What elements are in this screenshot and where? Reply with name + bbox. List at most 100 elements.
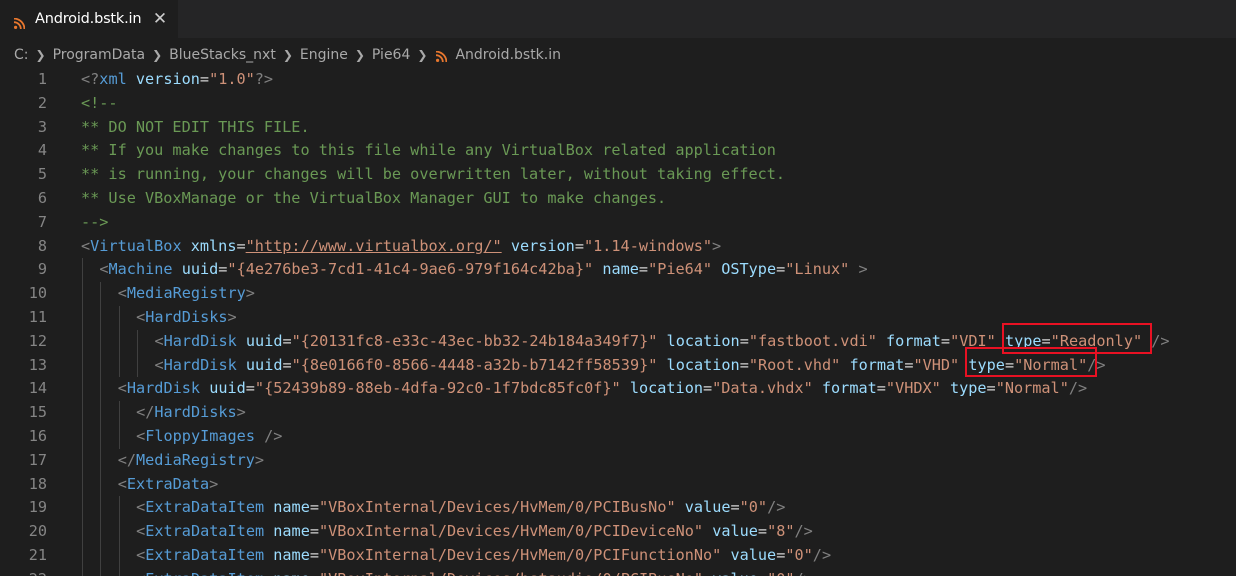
code-text: -->	[81, 211, 108, 235]
breadcrumb: C: ❯ ProgramData ❯ BlueStacks_nxt ❯ Engi…	[0, 44, 1236, 66]
indent-guide	[82, 377, 83, 402]
breadcrumb-item-engine[interactable]: Engine	[300, 47, 348, 63]
tab-android-bstk[interactable]: Android.bstk.in ✕	[0, 0, 178, 38]
code-token: MediaRegistry	[126, 284, 246, 303]
code-line[interactable]: 1 <?xml version="1.0"?>	[0, 68, 1236, 92]
line-number: 7	[37, 212, 47, 231]
code-token: =	[730, 498, 740, 517]
close-icon[interactable]: ✕	[150, 9, 170, 29]
code-token: >	[254, 450, 265, 469]
code-line[interactable]: 9 <Machine uuid = "{4e276be3-7cd1-41c4-9ae6…	[0, 258, 1236, 283]
indent-guide	[82, 544, 83, 568]
code-token: "fastboot.vdi"	[748, 331, 877, 350]
code-token: "VBoxInternal/Devices/HvMem/0/PCIBusNo"	[319, 498, 676, 517]
code-line[interactable]: 19 <ExtraDataItem name="VBoxInternal/Devi…	[0, 496, 1236, 521]
indent-guide	[82, 353, 83, 378]
code-line[interactable]: 5 ** is running, your changes will be ove…	[0, 163, 1236, 187]
code-token: >	[245, 284, 255, 303]
code-token: value	[730, 546, 777, 564]
code-token: HardDisks	[154, 403, 237, 422]
code-line[interactable]: 21 <ExtraDataItem name="VBoxInternal/Devi…	[0, 544, 1236, 568]
code-line[interactable]: 14 <HardDisk uuid="{52439b89-88eb-4dfa-92…	[0, 377, 1236, 402]
code-line[interactable]: 16 <FloppyImages />	[0, 425, 1236, 449]
code-token: version	[135, 70, 200, 88]
code-token: />	[264, 427, 283, 445]
code-token: type	[949, 379, 987, 398]
code-token: MediaRegistry	[136, 450, 255, 469]
code-line[interactable]: 11 <HardDisks>	[0, 306, 1236, 330]
code-token: />	[1151, 331, 1170, 350]
code-token: =	[739, 355, 749, 374]
code-line[interactable]: 3 ** DO NOT EDIT THIS FILE.	[0, 116, 1236, 140]
code-token: =	[574, 236, 584, 255]
code-editor[interactable]: 1 <?xml version="1.0"?> 2 <!-- 3 ** DO NOT ED…	[0, 68, 1236, 576]
code-token: =	[1041, 331, 1051, 350]
code-text: <Machine uuid = "{4e276be3-7cd1-41c4-9ae6-…	[99, 258, 867, 282]
line-number: 22	[0, 568, 47, 576]
code-line[interactable]: 4 ** If you make changes to this file whi…	[0, 139, 1236, 163]
code-token: =	[757, 522, 768, 541]
code-token: type	[968, 355, 1005, 374]
code-token: <?	[81, 70, 100, 88]
chevron-right-icon: ❯	[417, 48, 428, 62]
code-text: <MediaRegistry>	[118, 282, 255, 306]
code-line[interactable]: 12 <HardDisk uuid="{20131fc8-e33c-43ec-bb…	[0, 329, 1236, 354]
code-token: format	[886, 331, 941, 350]
breadcrumb-item-drive[interactable]: C:	[14, 47, 29, 63]
code-token: =	[638, 260, 649, 279]
code-token[interactable]: "http://www.virtualbox.org/"	[246, 237, 502, 255]
code-token: location	[666, 355, 740, 374]
breadcrumb-item-pie64[interactable]: Pie64	[372, 47, 410, 63]
indent-guide	[82, 425, 83, 449]
code-token: <	[136, 522, 146, 541]
code-line[interactable]: 8 <VirtualBox xmlns="http://www.virtualbo…	[0, 235, 1236, 259]
line-number: 8	[37, 236, 47, 255]
code-token: <	[136, 570, 145, 576]
tab-bar: Android.bstk.in ✕	[0, 0, 1236, 38]
indent-guide	[100, 401, 102, 425]
code-line[interactable]: 18 <ExtraData>	[0, 472, 1236, 497]
code-line[interactable]: 17 </MediaRegistry>	[0, 448, 1236, 473]
code-line[interactable]: 13 <HardDisk uuid="{8e0166f0-8566-4448-a3…	[0, 353, 1236, 378]
indent-guide	[100, 544, 102, 568]
code-line[interactable]: 15 </HardDisks>	[0, 401, 1236, 425]
code-token: ** DO NOT EDIT THIS FILE.	[81, 117, 310, 136]
code-text: <?xml version="1.0"?>	[81, 68, 273, 92]
code-token: HardDisk	[163, 355, 237, 374]
code-token: location	[629, 379, 703, 398]
code-token: =	[1004, 355, 1015, 374]
indent-guide	[82, 306, 83, 330]
code-text: <ExtraDataItem name="VBoxInternal/Device…	[136, 520, 813, 544]
code-token: name	[273, 546, 310, 564]
code-line[interactable]: 6 ** Use VBoxManage or the VirtualBox Man…	[0, 187, 1236, 211]
indent-guide	[118, 567, 120, 576]
code-token: >	[236, 403, 246, 422]
code-line[interactable]: 20 <ExtraDataItem name="VBoxInternal/Devi…	[0, 520, 1236, 544]
code-token: =	[282, 355, 292, 374]
breadcrumb-item-file[interactable]: Android.bstk.in	[455, 47, 561, 63]
breadcrumb-item-programdata[interactable]: ProgramData	[53, 47, 146, 63]
code-line[interactable]: 2 <!--	[0, 92, 1236, 116]
code-token: <	[117, 284, 127, 303]
code-text: <HardDisk uuid="{8e0166f0-8566-4448-a32b…	[154, 354, 1105, 378]
code-line[interactable]: 10 <MediaRegistry>	[0, 282, 1236, 306]
code-line[interactable]: 7 -->	[0, 211, 1236, 235]
code-text: <HardDisk uuid="{20131fc8-e33c-43ec-bb32…	[154, 330, 1169, 354]
breadcrumb-item-bluestacks[interactable]: BlueStacks_nxt	[169, 47, 276, 63]
indent-guide	[82, 567, 83, 576]
indent-guide	[82, 496, 83, 521]
code-token: <	[117, 474, 127, 493]
code-token: uuid	[245, 355, 283, 374]
code-token: "0"	[767, 570, 794, 576]
code-token: <	[81, 236, 91, 255]
code-token: =	[245, 379, 255, 398]
code-line[interactable]: 22<ExtraDataItem name="VBoxInternal/Devi…	[0, 567, 1236, 576]
indent-guide	[100, 377, 102, 402]
